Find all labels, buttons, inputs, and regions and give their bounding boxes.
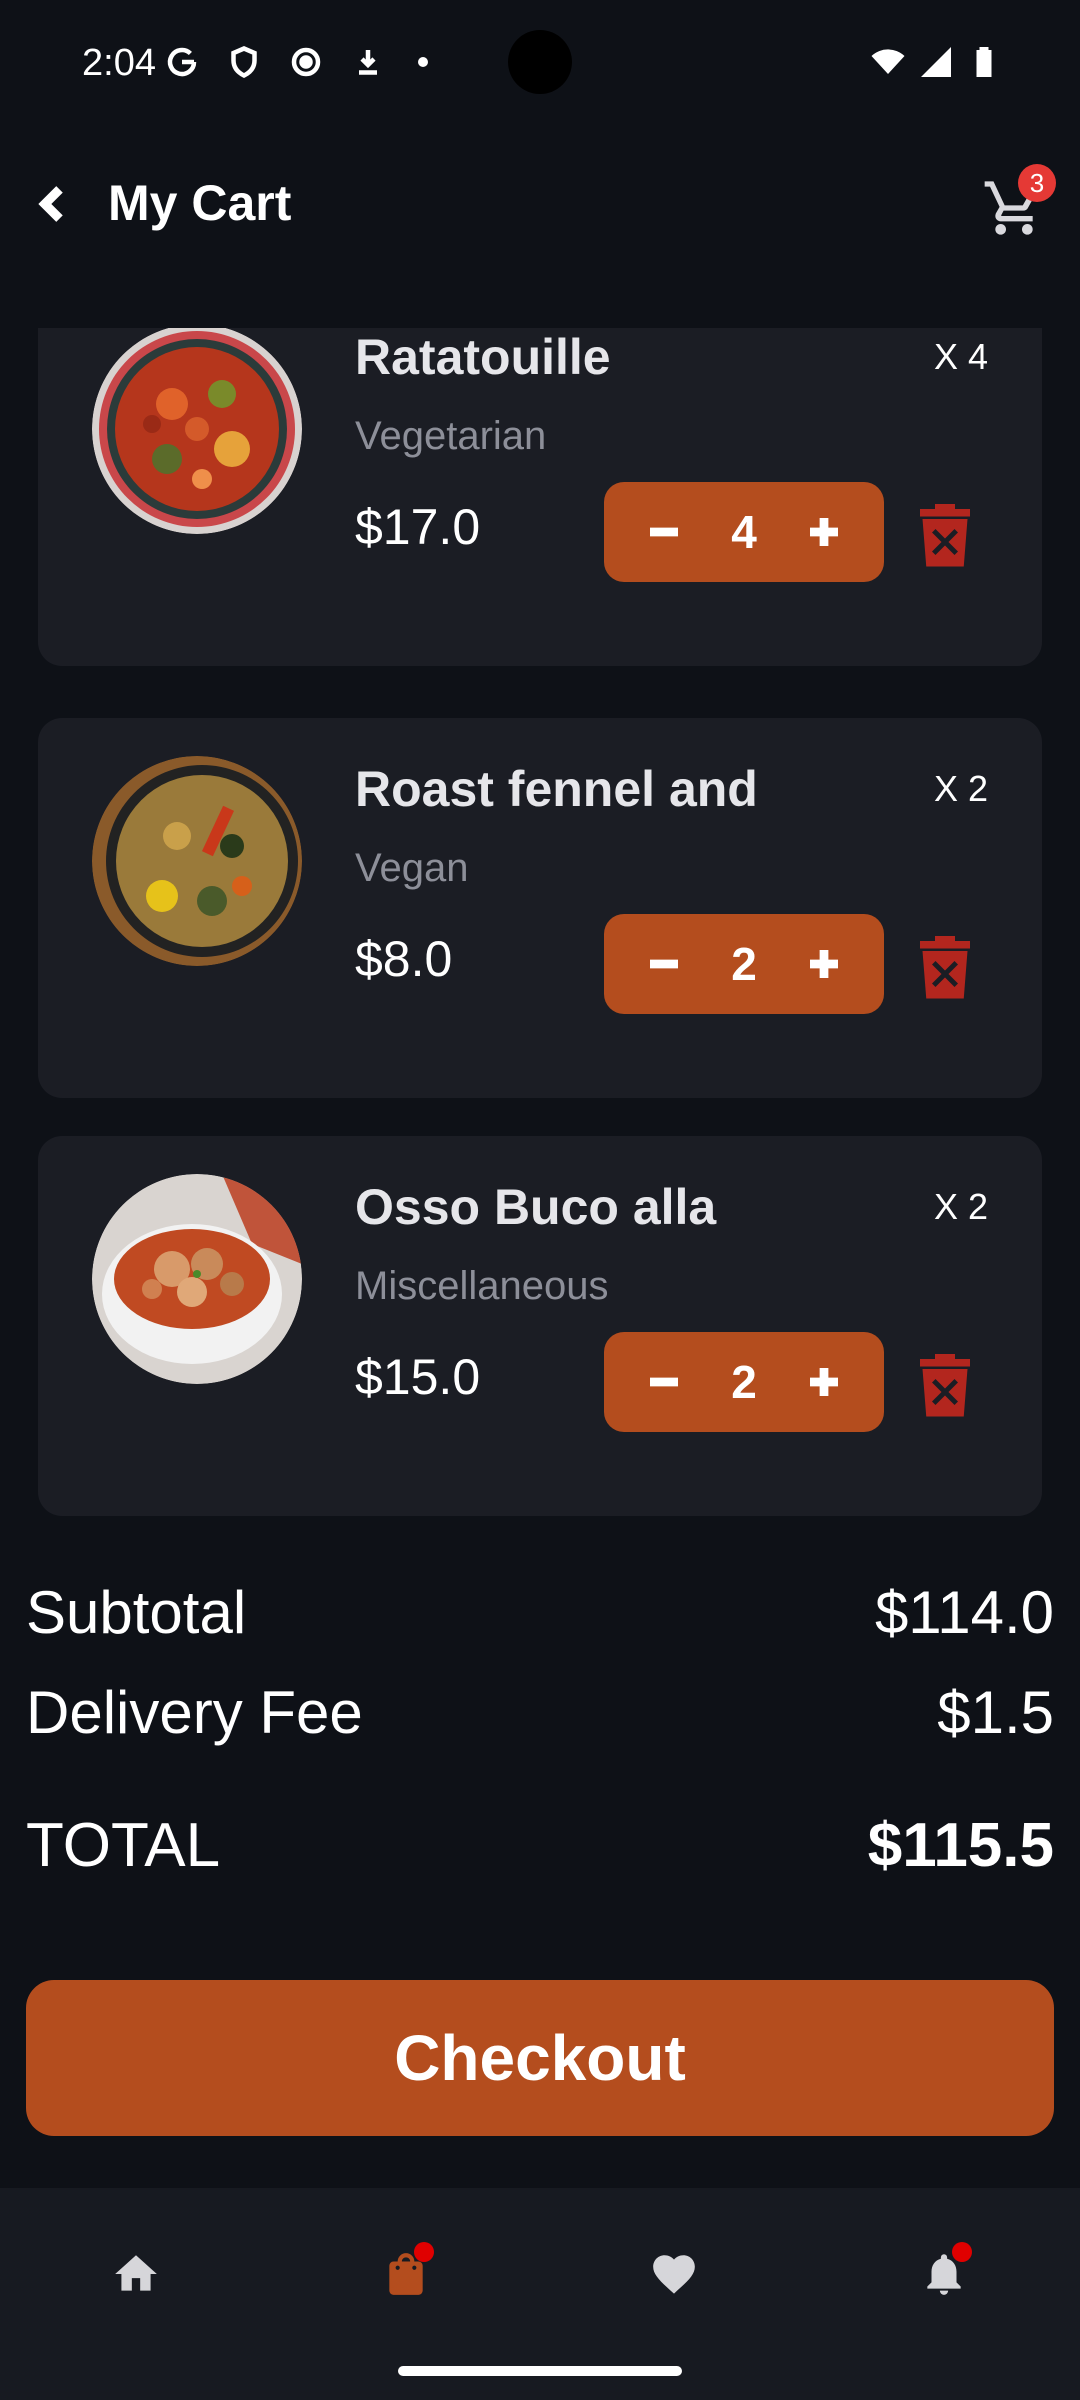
focus-icon: [291, 47, 321, 77]
subtotal-row: Subtotal $114.0: [26, 1578, 1054, 1647]
minus-icon: [650, 527, 678, 537]
subtotal-label: Subtotal: [26, 1579, 247, 1646]
quantity-value: 4: [731, 506, 757, 558]
delivery-fee-value: $1.5: [937, 1679, 1054, 1746]
checkout-button[interactable]: Checkout: [26, 1980, 1054, 2136]
total-row: TOTAL $115.5: [26, 1810, 1054, 1881]
google-icon: [167, 47, 197, 77]
cart-list[interactable]: Ratatouille X 4 Vegetarian $17.0 4 Roast…: [0, 328, 1080, 1518]
heart-icon: [653, 2255, 695, 2294]
subtotal-value: $114.0: [874, 1579, 1054, 1646]
shield-icon: [231, 46, 257, 79]
item-name: Osso Buco alla: [355, 1179, 717, 1235]
item-price: $17.0: [355, 499, 481, 555]
signal-icon: [921, 47, 951, 77]
plus-icon: [810, 518, 838, 546]
nav-favorites[interactable]: [638, 2238, 710, 2310]
home-indicator[interactable]: [398, 2366, 682, 2376]
bottom-navigation: [0, 2188, 1080, 2400]
back-arrow-icon: [38, 186, 63, 222]
item-name: Roast fennel and: [355, 761, 758, 817]
delete-icon: [920, 504, 970, 567]
status-bar: 2:04: [0, 0, 1080, 128]
increase-quantity-button[interactable]: [796, 1354, 852, 1410]
delete-item-button[interactable]: [910, 928, 980, 1004]
app-header: My Cart 3: [0, 150, 1080, 260]
cart-item: Roast fennel and X 2 Vegan $8.0 2: [38, 718, 1042, 1098]
item-name: Ratatouille: [355, 329, 611, 385]
minus-icon: [650, 1377, 678, 1387]
screen: 2:04 My Cart 3 Ratatouille X 4 Vegetaria…: [0, 0, 1080, 2400]
delete-item-button[interactable]: [910, 496, 980, 572]
increase-quantity-button[interactable]: [796, 936, 852, 992]
cart-item: Ratatouille X 4 Vegetarian $17.0 4: [38, 328, 1042, 666]
quantity-stepper: 2: [604, 914, 884, 1014]
item-image-ratatouille: [92, 328, 302, 534]
decrease-quantity-button[interactable]: [636, 1354, 692, 1410]
item-price: $8.0: [355, 931, 453, 987]
notification-dot: [952, 2242, 972, 2262]
delete-icon: [920, 936, 970, 999]
status-time: 2:04: [82, 42, 156, 84]
item-image-roast-fennel: [92, 756, 302, 966]
delivery-fee-label: Delivery Fee: [26, 1679, 363, 1746]
status-system-icons: [870, 44, 1002, 80]
quantity-stepper: 2: [604, 1332, 884, 1432]
nav-notifications[interactable]: [908, 2238, 980, 2310]
cart-count-badge: 3: [1018, 164, 1056, 202]
delivery-fee-row: Delivery Fee $1.5: [26, 1678, 1054, 1747]
more-notifications-dot: [418, 57, 428, 67]
plus-icon: [810, 950, 838, 978]
item-category: Vegetarian: [355, 414, 547, 458]
quantity-value: 2: [731, 1356, 757, 1408]
total-value: $115.5: [867, 1811, 1054, 1880]
battery-icon: [976, 47, 992, 77]
plus-icon: [810, 1368, 838, 1396]
item-image-osso-buco: [92, 1174, 302, 1384]
item-multiplier: X 2: [933, 1186, 988, 1227]
quantity-stepper: 4: [604, 482, 884, 582]
item-category: Miscellaneous: [355, 1264, 609, 1308]
home-icon: [115, 2255, 157, 2291]
camera-cutout: [508, 30, 572, 94]
item-multiplier: X 2: [933, 768, 988, 809]
minus-icon: [650, 959, 678, 969]
page-title: My Cart: [108, 175, 292, 231]
nav-home[interactable]: [100, 2238, 172, 2310]
cart-item: Osso Buco alla X 2 Miscellaneous $15.0 2: [38, 1136, 1042, 1516]
delete-item-button[interactable]: [910, 1346, 980, 1422]
decrease-quantity-button[interactable]: [636, 936, 692, 992]
total-label: TOTAL: [26, 1811, 221, 1880]
wifi-icon: [871, 49, 905, 74]
quantity-value: 2: [731, 938, 757, 990]
increase-quantity-button[interactable]: [796, 504, 852, 560]
item-category: Vegan: [355, 846, 469, 890]
cart-notification-dot: [414, 2242, 434, 2262]
cart-button[interactable]: 3: [978, 164, 1056, 240]
decrease-quantity-button[interactable]: [636, 504, 692, 560]
nav-cart[interactable]: [370, 2238, 442, 2310]
delete-icon: [920, 1354, 970, 1417]
status-notification-icons: [164, 44, 428, 80]
back-button[interactable]: [18, 168, 90, 240]
item-price: $15.0: [355, 1349, 481, 1405]
item-multiplier: X 4: [933, 336, 988, 377]
download-icon: [359, 50, 377, 75]
